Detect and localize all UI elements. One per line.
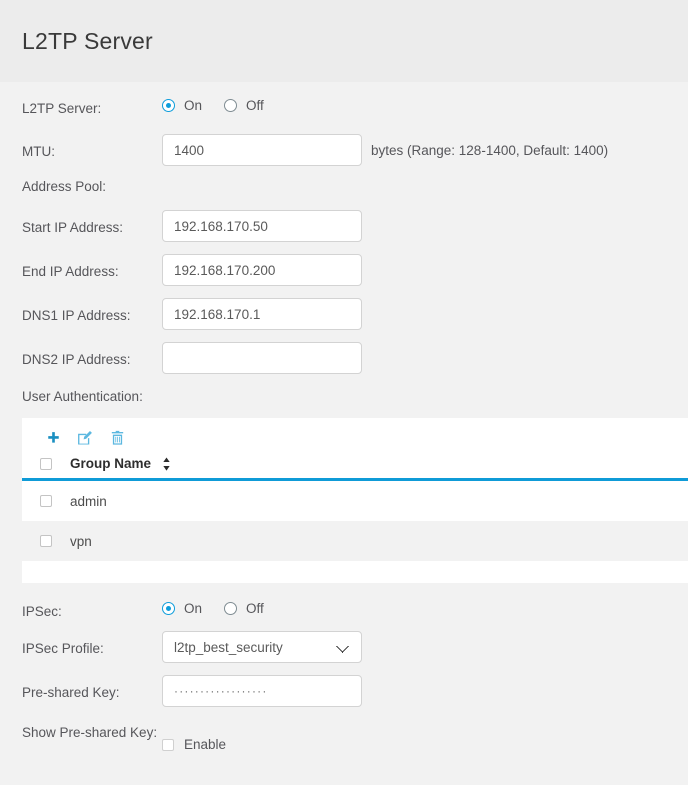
cell-group-name: vpn — [70, 533, 92, 549]
mtu-suffix-text: bytes (Range: 128-1400, Default: 1400) — [371, 142, 609, 158]
radio-group-l2tp-server: On Off — [162, 96, 286, 113]
ipsec-profile-select[interactable]: l2tp_best_security — [162, 631, 362, 663]
radio-label-on: On — [184, 601, 203, 616]
radio-l2tp-server-off[interactable]: Off — [224, 98, 264, 113]
radio-l2tp-server-on[interactable]: On — [162, 98, 202, 113]
row-address-pool: Address Pool: — [0, 174, 688, 202]
sort-updown-icon[interactable] — [162, 456, 171, 471]
label-end-ip: End IP Address: — [22, 264, 119, 279]
mtu-input[interactable] — [162, 134, 362, 166]
column-header-group-name[interactable]: Group Name — [70, 456, 151, 471]
control-ipsec: On Off — [162, 599, 286, 616]
row-show-preshared-key: Show Pre-shared Key: Enable — [0, 719, 688, 752]
row-l2tp-server: L2TP Server: On Off — [0, 96, 688, 124]
radio-off-icon — [224, 602, 238, 615]
row-preshared-key: Pre-shared Key: — [0, 675, 688, 707]
control-mtu: bytes (Range: 128-1400, Default: 1400) — [162, 134, 608, 166]
radio-on-icon — [162, 602, 175, 615]
radio-ipsec-off[interactable]: Off — [224, 601, 264, 616]
row-checkbox[interactable] — [40, 535, 52, 547]
page-header: L2TP Server — [0, 0, 688, 82]
row-end-ip: End IP Address: — [0, 254, 688, 286]
settings-form: L2TP Server: On Off MTU: bytes (Range: 1… — [0, 82, 688, 752]
show-preshared-key-checkbox[interactable]: Enable — [162, 733, 226, 752]
row-user-authentication: User Authentication: — [0, 384, 688, 412]
dns1-ip-input[interactable] — [162, 298, 362, 330]
label-dns1-ip: DNS1 IP Address: — [22, 308, 131, 323]
control-ipsec-profile: l2tp_best_security — [162, 631, 362, 663]
dns2-ip-input[interactable] — [162, 342, 362, 374]
table-row[interactable]: admin — [22, 481, 688, 521]
radio-ipsec-on[interactable]: On — [162, 601, 202, 616]
table-row[interactable]: vpn — [22, 521, 688, 561]
start-ip-input[interactable] — [162, 210, 362, 242]
row-dns2-ip: DNS2 IP Address: — [0, 342, 688, 374]
label-start-ip: Start IP Address: — [22, 220, 124, 235]
row-dns1-ip: DNS1 IP Address: — [0, 298, 688, 330]
enable-label: Enable — [184, 737, 227, 752]
radio-label-off: Off — [246, 601, 264, 616]
label-ipsec: IPSec: — [22, 604, 62, 619]
row-start-ip: Start IP Address: — [0, 210, 688, 242]
row-mtu: MTU: bytes (Range: 128-1400, Default: 14… — [0, 134, 688, 166]
radio-label-on: On — [184, 98, 203, 113]
cell-group-name: admin — [70, 493, 107, 509]
edit-icon[interactable] — [72, 427, 98, 449]
table-header-row: Group Name — [22, 452, 688, 481]
trash-icon[interactable] — [104, 427, 130, 449]
label-address-pool: Address Pool: — [22, 179, 107, 194]
page-title: L2TP Server — [22, 27, 153, 54]
control-dns2-ip — [162, 342, 362, 374]
label-l2tp-server: L2TP Server: — [22, 101, 102, 116]
control-dns1-ip — [162, 298, 362, 330]
enable-checkbox-icon — [162, 738, 174, 751]
control-end-ip — [162, 254, 362, 286]
control-show-preshared-key: Enable — [162, 719, 226, 752]
label-show-preshared-key: Show Pre-shared Key: — [22, 725, 158, 740]
label-preshared-key: Pre-shared Key: — [22, 685, 120, 700]
control-l2tp-server: On Off — [162, 96, 286, 113]
select-all-checkbox[interactable] — [40, 457, 52, 470]
preshared-key-input[interactable] — [162, 675, 362, 707]
label-dns2-ip: DNS2 IP Address: — [22, 352, 131, 367]
radio-off-icon — [224, 99, 238, 112]
control-start-ip — [162, 210, 362, 242]
radio-on-icon — [162, 99, 175, 112]
control-preshared-key — [162, 675, 362, 707]
user-authentication-table: Group Name admin vpn — [22, 418, 688, 583]
row-ipsec-profile: IPSec Profile: l2tp_best_security — [0, 631, 688, 663]
label-user-authentication: User Authentication: — [22, 389, 143, 404]
row-checkbox[interactable] — [40, 495, 52, 507]
table-toolbar — [22, 418, 688, 452]
label-mtu: MTU: — [22, 144, 55, 159]
radio-label-off: Off — [246, 98, 264, 113]
row-ipsec: IPSec: On Off — [0, 593, 688, 621]
plus-icon[interactable] — [40, 427, 66, 449]
label-ipsec-profile: IPSec Profile: — [22, 641, 104, 656]
end-ip-input[interactable] — [162, 254, 362, 286]
radio-group-ipsec: On Off — [162, 599, 286, 616]
